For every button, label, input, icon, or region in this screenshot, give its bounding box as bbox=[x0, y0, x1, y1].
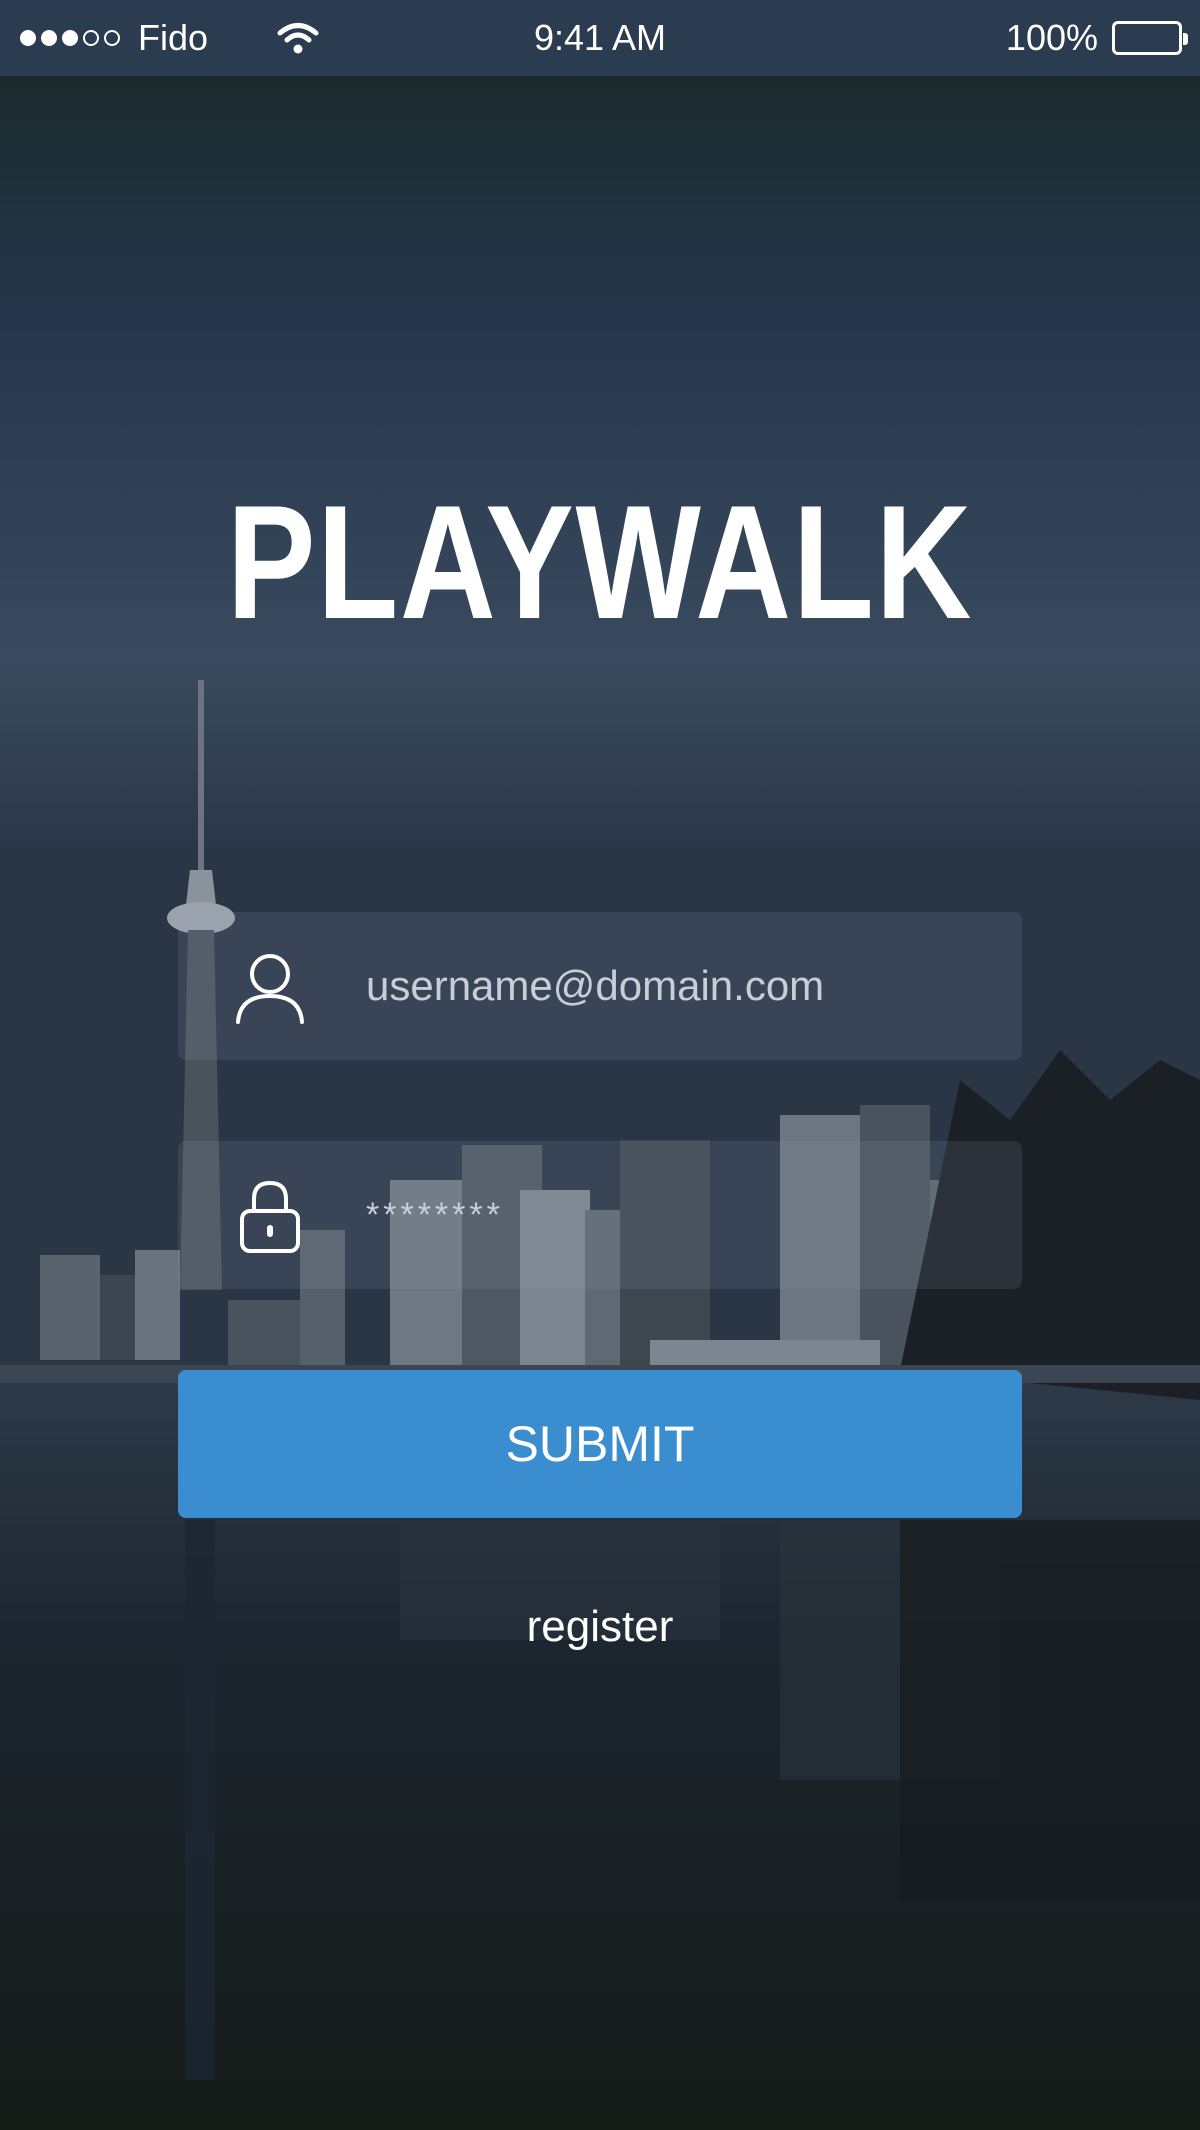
battery-percentage: 100% bbox=[1005, 17, 1098, 58]
password-input[interactable] bbox=[366, 1141, 986, 1289]
login-screen: Fido 9:41 AM 100% PLAYWALK username@doma… bbox=[0, 0, 1200, 2130]
lock-icon bbox=[230, 1175, 310, 1255]
status-bar-right: 100% bbox=[1005, 0, 1188, 76]
username-input[interactable] bbox=[366, 912, 986, 1060]
password-field[interactable] bbox=[178, 1141, 1022, 1289]
username-field[interactable] bbox=[178, 912, 1022, 1060]
status-bar: Fido 9:41 AM 100% bbox=[0, 0, 1200, 76]
background-skyline-image bbox=[0, 0, 1200, 2130]
register-link[interactable]: register bbox=[0, 1602, 1200, 1652]
app-logo: PLAYWALK bbox=[226, 472, 974, 653]
submit-button[interactable]: SUBMIT bbox=[178, 1370, 1022, 1518]
battery-icon bbox=[1112, 21, 1188, 55]
user-icon bbox=[230, 946, 310, 1026]
